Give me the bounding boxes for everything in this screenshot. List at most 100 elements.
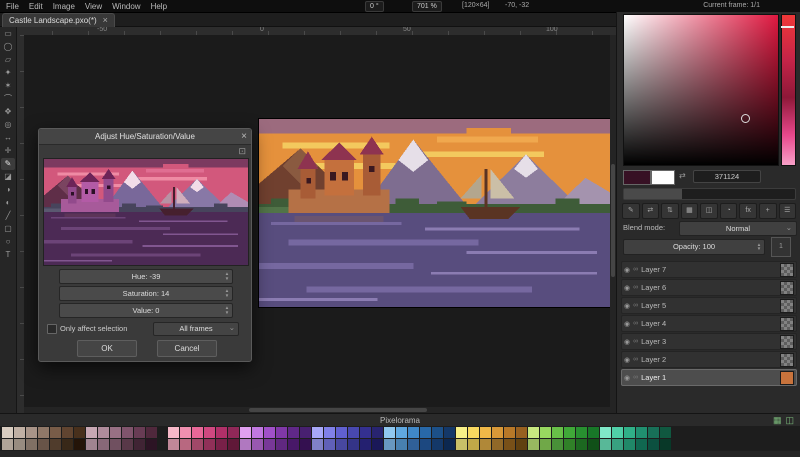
- palette-swatch[interactable]: [38, 439, 49, 450]
- cancel-button[interactable]: Cancel: [157, 340, 217, 357]
- color-saturation-value-picker[interactable]: [623, 14, 779, 166]
- palette-swatch[interactable]: [564, 427, 575, 438]
- mirror-x-icon[interactable]: ⇄: [642, 203, 660, 219]
- palette-swatch[interactable]: [540, 439, 551, 450]
- palette-swatch[interactable]: [252, 427, 263, 438]
- text-tool[interactable]: T: [1, 249, 15, 261]
- palette-swatch[interactable]: [264, 427, 275, 438]
- polygon-select-tool[interactable]: ▱: [1, 54, 15, 66]
- palette-swatch[interactable]: [432, 439, 443, 450]
- palette-swatch[interactable]: [50, 427, 61, 438]
- palette-swatch[interactable]: [110, 439, 121, 450]
- palette-swatch[interactable]: [528, 427, 539, 438]
- layer-row[interactable]: ◉∞Layer 3: [621, 333, 797, 350]
- zoom-tool[interactable]: ◎: [1, 119, 15, 131]
- palette-swatch[interactable]: [360, 427, 371, 438]
- palette-swatch[interactable]: [264, 439, 275, 450]
- tab-castle-landscape[interactable]: Castle Landscape.pxo(*) ×: [2, 13, 115, 27]
- add-icon[interactable]: +: [759, 203, 777, 219]
- palette-swatch[interactable]: [372, 439, 383, 450]
- palette-swatch[interactable]: [98, 427, 109, 438]
- palette-swatch[interactable]: [192, 439, 203, 450]
- palette-swatch[interactable]: [492, 427, 503, 438]
- palette-swatch[interactable]: [276, 427, 287, 438]
- palette-swatch[interactable]: [168, 439, 179, 450]
- palette-swatch[interactable]: [168, 427, 179, 438]
- layer-row[interactable]: ◉∞Layer 6: [621, 279, 797, 296]
- color-picker-cursor[interactable]: [741, 114, 750, 123]
- layer-link-icon[interactable]: ∞: [633, 266, 638, 273]
- palette-swatch[interactable]: [180, 439, 191, 450]
- layer-row[interactable]: ◉∞Layer 5: [621, 297, 797, 314]
- palette-swatch[interactable]: [624, 427, 635, 438]
- layer-row[interactable]: ◉∞Layer 1: [621, 369, 797, 386]
- palette-swatch[interactable]: [276, 439, 287, 450]
- palette-swatch[interactable]: [14, 427, 25, 438]
- palette-swatch[interactable]: [324, 439, 335, 450]
- current-color-swatch[interactable]: [623, 170, 651, 185]
- palette-swatch[interactable]: [552, 427, 563, 438]
- magic-wand-tool[interactable]: ✶: [1, 80, 15, 92]
- palette-swatch[interactable]: [468, 427, 479, 438]
- opacity-slider[interactable]: Opacity: 100: [623, 239, 765, 255]
- palette-swatch[interactable]: [240, 439, 251, 450]
- layer-visibility-icon[interactable]: ◉: [624, 374, 630, 382]
- palette-swatch[interactable]: [576, 439, 587, 450]
- mirror-view-icon[interactable]: ◫: [785, 415, 794, 426]
- palette-swatch[interactable]: [336, 427, 347, 438]
- palette-swatch[interactable]: [660, 439, 671, 450]
- brush-settings-icon[interactable]: ✎: [622, 203, 640, 219]
- palette-swatch[interactable]: [14, 439, 25, 450]
- pixel-grid-icon[interactable]: ▦: [681, 203, 699, 219]
- palette-swatch[interactable]: [240, 427, 251, 438]
- palette-swatch[interactable]: [648, 439, 659, 450]
- blend-mode-dropdown[interactable]: Normal: [679, 221, 797, 236]
- palette-swatch[interactable]: [444, 427, 455, 438]
- palette-swatch[interactable]: [336, 439, 347, 450]
- tab-close-icon[interactable]: ×: [103, 16, 108, 25]
- only-affect-selection-checkbox[interactable]: [47, 324, 57, 334]
- spinner-icon[interactable]: [755, 240, 763, 254]
- lasso-tool[interactable]: ⌒: [1, 93, 15, 105]
- alpha-slider[interactable]: [623, 188, 796, 200]
- palette-swatch[interactable]: [86, 439, 97, 450]
- saturation-slider[interactable]: Saturation: 14: [59, 286, 233, 301]
- palette-swatch[interactable]: [492, 439, 503, 450]
- color-picker-tool[interactable]: ✛: [1, 145, 15, 157]
- preview-snapshot-icon[interactable]: ⊡: [238, 146, 246, 157]
- palette-swatch[interactable]: [624, 439, 635, 450]
- palette-swatch[interactable]: [540, 427, 551, 438]
- palette-swatch[interactable]: [600, 427, 611, 438]
- palette-swatch[interactable]: [348, 427, 359, 438]
- ellipse-tool[interactable]: ○: [1, 236, 15, 248]
- ok-button[interactable]: OK: [77, 340, 137, 357]
- rectangle-tool[interactable]: ▢: [1, 223, 15, 235]
- palette-swatch[interactable]: [110, 427, 121, 438]
- palette-swatch[interactable]: [636, 439, 647, 450]
- secondary-color-swatch[interactable]: [651, 170, 675, 185]
- menu-item-window[interactable]: Window: [112, 2, 140, 11]
- palette-swatch[interactable]: [588, 427, 599, 438]
- shading-tool[interactable]: ◐: [1, 197, 15, 209]
- palette-swatch[interactable]: [122, 439, 133, 450]
- palette-swatch[interactable]: [204, 439, 215, 450]
- dialog-close-icon[interactable]: ×: [241, 131, 247, 142]
- palette-swatch[interactable]: [216, 427, 227, 438]
- color-select-tool[interactable]: ✦: [1, 67, 15, 79]
- palette-swatch[interactable]: [312, 427, 323, 438]
- palette-swatch[interactable]: [396, 439, 407, 450]
- grid-toggle-icon[interactable]: ▦: [773, 415, 782, 426]
- hue-strip-cursor[interactable]: [781, 26, 794, 28]
- palette-swatch[interactable]: [74, 439, 85, 450]
- palette-swatch[interactable]: [192, 427, 203, 438]
- layer-visibility-icon[interactable]: ◉: [624, 284, 630, 292]
- palette-swatch[interactable]: [300, 427, 311, 438]
- menu-item-image[interactable]: Image: [53, 2, 75, 11]
- layer-link-icon[interactable]: ∞: [633, 284, 638, 291]
- palette-swatch[interactable]: [204, 427, 215, 438]
- palette-swatch[interactable]: [26, 439, 37, 450]
- palette-swatch[interactable]: [600, 439, 611, 450]
- palette-swatch[interactable]: [252, 439, 263, 450]
- layer-row[interactable]: ◉∞Layer 4: [621, 315, 797, 332]
- palette-swatch[interactable]: [62, 427, 73, 438]
